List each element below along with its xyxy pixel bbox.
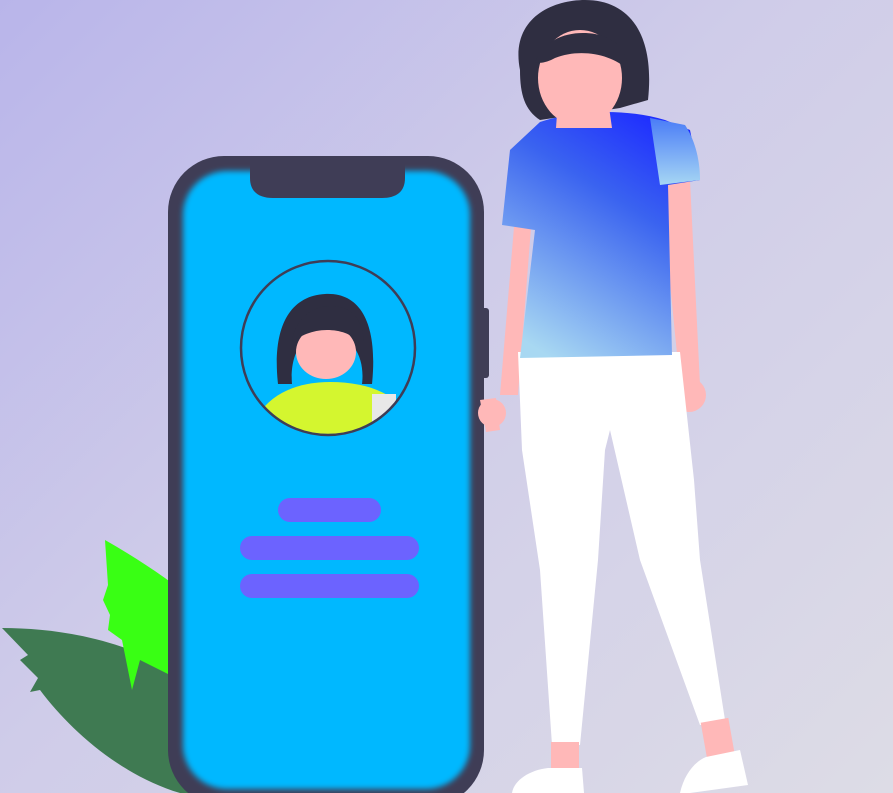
profile-detail-bar: [240, 536, 419, 560]
woman-left-ankle: [551, 742, 579, 770]
woman-left-shoe: [512, 768, 584, 793]
profile-detail-bar: [240, 574, 419, 598]
smartphone-icon: [168, 156, 489, 793]
woman-right-shoe: [680, 750, 748, 793]
phone-notch: [250, 160, 405, 198]
illustration-scene: [2, 0, 748, 793]
woman-figure-icon: [478, 0, 748, 793]
phone-screen: [183, 171, 470, 789]
profile-name-bar: [278, 498, 381, 522]
